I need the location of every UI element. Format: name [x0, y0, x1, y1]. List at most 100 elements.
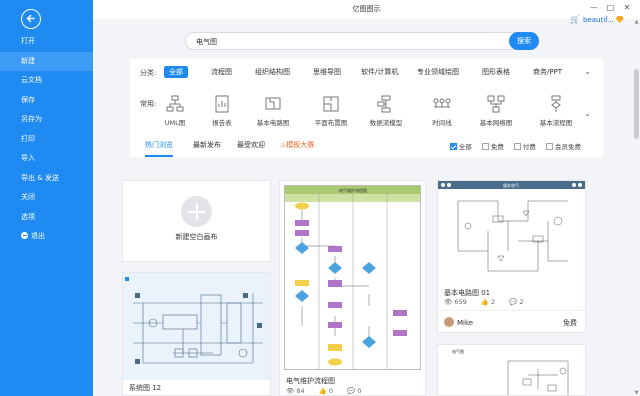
tab-hot-browse[interactable]: 热门浏览 — [145, 140, 173, 157]
category-graphic-table[interactable]: 图形表格 — [477, 66, 515, 78]
scroll-thumb[interactable] — [634, 69, 639, 139]
flow-header: 电气维护流程图 — [339, 187, 367, 193]
template-basic-circuit[interactable]: 基本电路图 — [243, 95, 303, 127]
circuit-icon — [265, 97, 281, 110]
price-filters: 全部 免费 付费 会员免费 — [442, 141, 581, 151]
tab-contest[interactable]: ♨模板大赛 — [280, 140, 314, 150]
sidebar-item-label: 打开 — [21, 37, 35, 45]
sidebar-item-save-as[interactable]: 另存为 — [0, 110, 93, 130]
blank-card-label: 新建空白画布 — [175, 233, 218, 241]
template-name: 基本网络图 — [479, 119, 513, 127]
circuit2-header: 电气图 — [452, 348, 464, 354]
filter-all[interactable]: 全部 — [449, 143, 472, 151]
template-basic-flowchart[interactable]: 基本流程图 — [526, 95, 586, 127]
category-row: 分类: 全部 流程图 组织结构图 思维导图 软件/计算机 专业领域绘图 图形表格… — [130, 65, 603, 79]
back-arrow-icon[interactable] — [21, 9, 41, 29]
template-card-circuit-2[interactable]: 电气图 — [437, 344, 586, 396]
new-blank-canvas-card[interactable]: 新建空白画布 — [122, 180, 271, 262]
network-icon — [487, 95, 505, 113]
category-business-ppt[interactable]: 商务/PPT — [528, 66, 567, 78]
filter-member-free[interactable]: 会员免费 — [546, 143, 581, 151]
template-data-flow[interactable]: 数据流模型 — [356, 95, 416, 127]
checkbox[interactable] — [481, 143, 489, 150]
chevron-down-icon[interactable]: ⌄ — [584, 109, 591, 118]
comments-count: 💬 0 — [347, 387, 362, 395]
template-name: 基本流程图 — [539, 119, 573, 127]
card-title: 系统图 12 — [129, 384, 162, 392]
template-name: 基本电路图 — [256, 119, 290, 127]
sidebar-item-open[interactable]: 打开 — [0, 32, 93, 52]
chevron-down-icon[interactable]: ⌄ — [584, 67, 591, 76]
likes-count: 👍 2 — [480, 298, 496, 306]
checkbox[interactable] — [546, 143, 553, 150]
template-name: 平面布置图 — [314, 119, 348, 127]
views-count: 👁 84 — [286, 387, 305, 395]
scroll-down-icon[interactable]: ▼ — [633, 390, 640, 396]
timeline-icon — [433, 98, 451, 108]
category-org-chart[interactable]: 组织结构图 — [250, 66, 295, 78]
sidebar-item-exit[interactable]: 退出 — [0, 227, 93, 247]
scroll-up-icon[interactable]: ▲ — [633, 19, 640, 25]
category-label: 分类: — [140, 69, 157, 77]
template-name: 数据流模型 — [369, 119, 403, 127]
search-button[interactable]: 搜索 — [509, 32, 539, 50]
sidebar-item-close[interactable]: 关闭 — [0, 188, 93, 208]
filter-label: 付费 — [522, 143, 536, 151]
filter-label: 免费 — [490, 143, 504, 151]
title-bar: 亿图图示 — □ ✕ — [93, 0, 640, 19]
checkbox[interactable] — [513, 143, 521, 150]
tab-label: 模板大赛 — [286, 141, 315, 149]
window-title: 亿图图示 — [352, 5, 381, 13]
likes-count: 👍 0 — [318, 387, 333, 395]
sidebar-item-label: 导入 — [21, 154, 35, 162]
template-timeline[interactable]: 时间线 — [412, 95, 472, 127]
close-button[interactable]: ✕ — [620, 3, 634, 12]
category-flowchart[interactable]: 流程图 — [206, 66, 237, 78]
comments-count: 💬 2 — [509, 298, 524, 306]
circuit-header: 服务电气 — [503, 182, 519, 188]
category-software[interactable]: 软件/计算机 — [356, 66, 403, 78]
category-all[interactable]: 全部 — [164, 66, 188, 78]
sidebar: 打开 新建 云文档 保存 另存为 打印 导入 导出 & 发送 关闭 选项 退出 — [0, 0, 93, 396]
author-name: Mike — [457, 319, 474, 327]
card-author[interactable]: Mike — [444, 317, 473, 327]
sidebar-item-save[interactable]: 保存 — [0, 91, 93, 111]
template-thumbnail — [123, 273, 270, 380]
sidebar-item-export[interactable]: 导出 & 发送 — [0, 169, 93, 189]
sidebar-item-import[interactable]: 导入 — [0, 149, 93, 169]
sidebar-item-options[interactable]: 选项 — [0, 208, 93, 228]
sidebar-item-print[interactable]: 打印 — [0, 130, 93, 150]
sidebar-item-cloud[interactable]: 云文档 — [0, 71, 93, 91]
filter-free[interactable]: 免费 — [481, 143, 504, 151]
template-card-flow[interactable]: 电气维护流程图 电气维护流程图 👁 84 👍 0 💬 0 — [279, 180, 426, 396]
search-input[interactable] — [196, 36, 496, 47]
flowchart-icon — [551, 95, 561, 112]
filter-paid[interactable]: 付费 — [513, 143, 536, 151]
price-badge: 免费 — [563, 319, 577, 327]
category-mindmap[interactable]: 思维导图 — [308, 66, 346, 78]
main-content: 搜索 分类: 全部 流程图 组织结构图 思维导图 软件/计算机 专业领域绘图 图… — [93, 19, 633, 396]
template-thumbnail: 服务电气 — [438, 181, 585, 285]
minimize-button[interactable]: — — [587, 3, 601, 12]
category-professional[interactable]: 专业领域绘图 — [412, 66, 464, 78]
sidebar-item-new[interactable]: 新建 — [0, 51, 93, 71]
sidebar-item-label: 关闭 — [21, 193, 35, 201]
sidebar-item-label: 打印 — [21, 134, 35, 143]
scrollbar[interactable]: ▲ ▼ — [633, 19, 640, 396]
maximize-button[interactable]: □ — [603, 3, 617, 12]
tab-latest[interactable]: 最新发布 — [193, 140, 221, 150]
sidebar-item-label: 导出 & 发送 — [21, 173, 59, 182]
sidebar-menu: 打开 新建 云文档 保存 另存为 打印 导入 导出 & 发送 关闭 选项 退出 — [0, 32, 93, 247]
app-window: 打开 新建 云文档 保存 另存为 打印 导入 导出 & 发送 关闭 选项 退出 … — [0, 0, 640, 396]
card-divider — [438, 310, 585, 311]
template-floor-plan[interactable]: 平面布置图 — [301, 95, 361, 127]
tab-popular[interactable]: 最受欢迎 — [237, 140, 265, 150]
template-card-circuit[interactable]: 服务电气 基本电路图 01 👁 659 👍 2 💬 2 Mike 免费 — [437, 180, 586, 333]
views-count: 👁 659 — [444, 298, 467, 306]
floor-plan-icon — [323, 96, 339, 112]
template-card-system[interactable]: 系统图 12 — [122, 272, 271, 396]
checkbox-checked[interactable] — [449, 143, 457, 150]
template-name: 时间线 — [432, 119, 452, 127]
window-controls: — □ ✕ — [587, 3, 634, 12]
template-basic-network[interactable]: 基本网络图 — [466, 95, 526, 127]
